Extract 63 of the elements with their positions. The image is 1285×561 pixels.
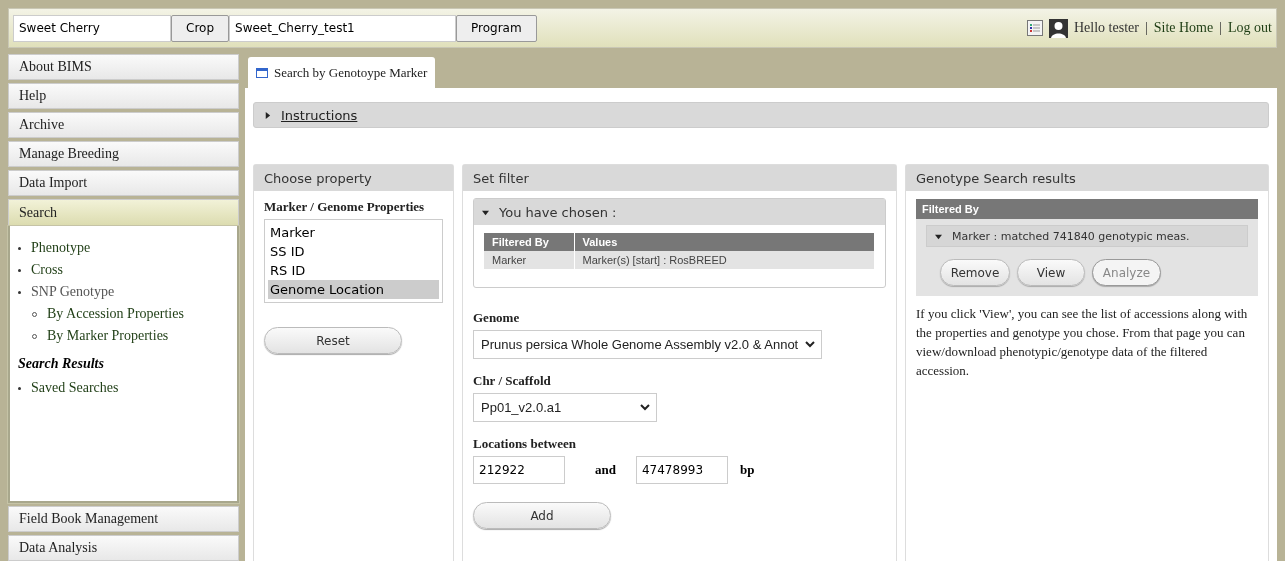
filtered-by-header: Filtered By (916, 199, 1258, 219)
caret-icon (935, 232, 942, 240)
separator-text: | (1144, 20, 1148, 36)
collapse-caret-icon (482, 208, 489, 216)
panel-title: Genotype Search results (906, 165, 1268, 191)
chevron-down-icon (805, 341, 815, 348)
section-heading: Search Results (18, 356, 105, 372)
sidebar-link[interactable]: Cross (31, 262, 63, 278)
sidebar-menu-item[interactable]: Manage Breeding (8, 141, 239, 167)
tab[interactable]: Search by Genotoype Marker (248, 57, 436, 88)
sidebar-menu-item[interactable]: Data Import (8, 170, 239, 196)
property-listbox[interactable]: Marker SS ID RS ID Genome Location (264, 219, 443, 303)
list-option[interactable]: RS ID (268, 261, 439, 280)
table-cell: Marker (484, 251, 574, 269)
panel-title: Choose property (254, 165, 453, 191)
unit-text: bp (739, 462, 755, 478)
chosen-header[interactable]: You have chosen : (474, 199, 885, 225)
help-paragraph: If you click 'View', you can see the list of accessions along with the properties and genotype you chose. From that page you can view/download phenotypic/genotype data of the filtered accession. (916, 305, 1249, 380)
panel-title: Set filter (463, 165, 896, 191)
add-button[interactable]: Add (473, 502, 611, 529)
program-button[interactable]: Program (456, 14, 537, 42)
list-label: Marker / Genome Properties (264, 199, 426, 215)
from-field[interactable]: 212922 (473, 456, 565, 484)
sidebar-menu-item[interactable]: Help (8, 83, 239, 109)
chr-select[interactable]: Pp01_v2.0.a1 (473, 393, 657, 422)
genome-label: Genome (473, 310, 521, 326)
user-icon[interactable] (1049, 18, 1068, 38)
list-option[interactable]: Marker (268, 223, 439, 242)
and-text: and (595, 462, 616, 478)
sidebar-link[interactable]: By Marker Properties (47, 328, 169, 344)
sidebar-menu-item[interactable]: Data Analysis (8, 535, 239, 561)
reset-button[interactable]: Reset (264, 327, 402, 354)
separator-text: | (1219, 20, 1223, 36)
sidebar-label: SNP Genotype (31, 284, 115, 300)
greeting-text: Hello tester (1074, 20, 1139, 36)
program-field[interactable]: Sweet_Cherry_test1 (229, 14, 456, 42)
column-header: Values (574, 233, 875, 251)
sidebar-link[interactable]: Saved Searches (31, 380, 119, 396)
sidebar-menu-item[interactable]: About BIMS (8, 54, 239, 80)
list-icon[interactable] (1027, 20, 1043, 36)
table-cell: Marker(s) [start] : RosBREED (574, 251, 875, 269)
window-icon (256, 67, 268, 78)
to-field[interactable]: 47478993 (635, 456, 728, 484)
crop-field[interactable]: Sweet Cherry (13, 14, 171, 42)
genome-select[interactable]: Prunus persica Whole Genome Assembly v2.0 & Annot (473, 330, 822, 359)
column-header: Filtered By (484, 233, 574, 251)
list-option[interactable]: Genome Location (268, 280, 439, 299)
sidebar-link[interactable]: By Accession Properties (47, 306, 184, 322)
sidebar-menu-item[interactable]: Archive (8, 112, 239, 138)
sidebar-menu-item[interactable]: Search (8, 199, 239, 226)
action-button[interactable]: View (1017, 259, 1085, 286)
filter-item[interactable]: Marker : matched 741840 genotypic meas. (926, 225, 1248, 247)
log-out-link[interactable]: Log out (1228, 20, 1272, 36)
chevron-down-icon (640, 404, 650, 411)
instructions-link[interactable]: Instructions (281, 107, 358, 123)
sidebar-menu-item[interactable]: Field Book Management (8, 506, 239, 532)
action-button[interactable]: Remove (940, 259, 1010, 286)
sidebar-link[interactable]: Phenotype (31, 240, 91, 256)
chr-label: Chr / Scaffold (473, 373, 552, 389)
locations-label: Locations between (473, 436, 577, 452)
list-option[interactable]: SS ID (268, 242, 439, 261)
crop-button[interactable]: Crop (171, 14, 229, 42)
site-home-link[interactable]: Site Home (1153, 20, 1214, 36)
